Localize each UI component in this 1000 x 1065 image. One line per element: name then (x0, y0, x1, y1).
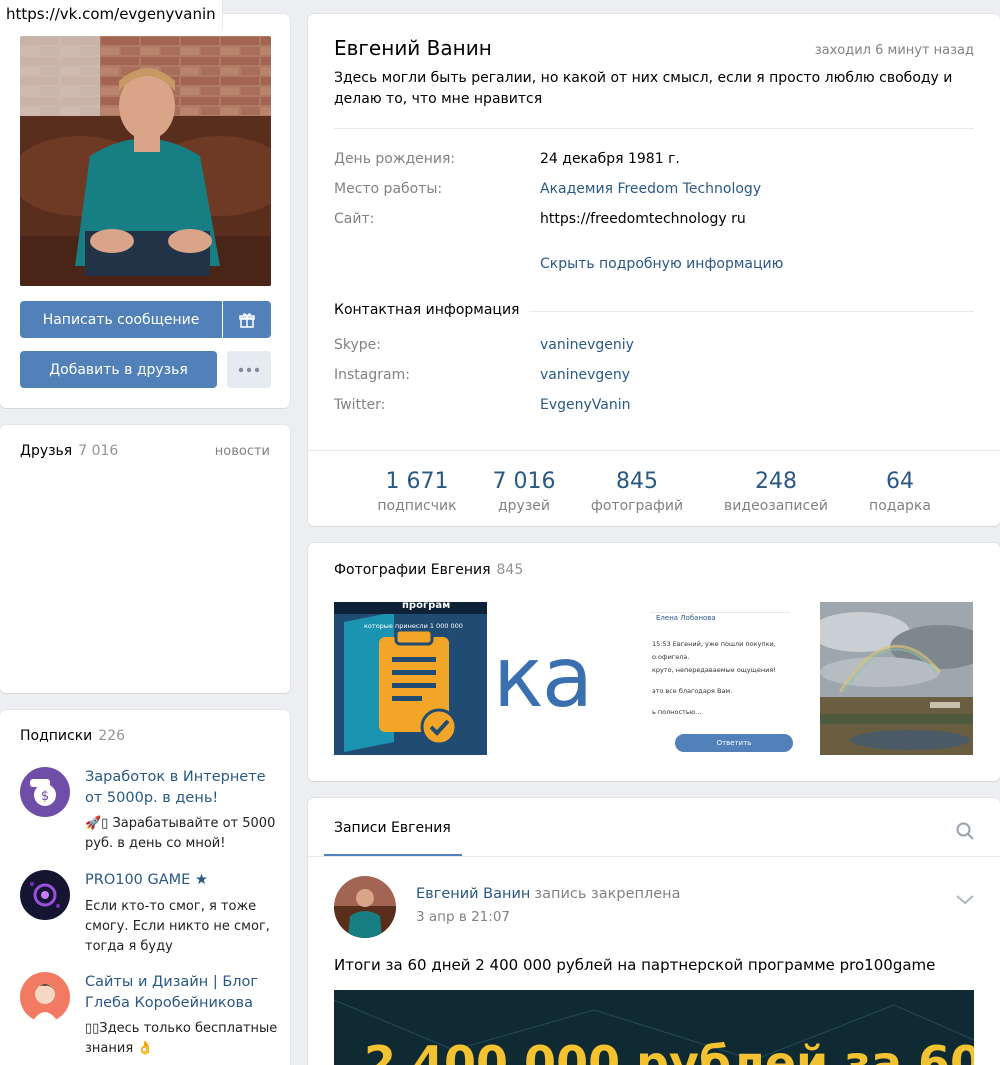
friends-news-link[interactable]: новости (215, 444, 270, 459)
workplace-label: Место работы: (334, 181, 443, 197)
subscription-item[interactable]: PRO100 GAME ★ Если кто-то смог, я тоже с… (20, 870, 280, 965)
hide-details-link[interactable]: Скрыть подробную информацию (540, 256, 783, 272)
friends-header[interactable]: Друзья 7 016 (20, 443, 118, 459)
counter-photos[interactable]: 845 фотографий (586, 469, 688, 514)
url-bar[interactable]: https://vk.com/evgenyvanin (0, 0, 223, 29)
photo-caption: програм (402, 602, 451, 611)
add-friend-button[interactable]: Добавить в друзья (20, 351, 217, 388)
photo-caption: ка (493, 628, 593, 726)
post-image[interactable]: 2 400 000 рублей за 60 дней (334, 990, 974, 1065)
photo-caption: Елена Лобанова (656, 614, 716, 622)
photo-thumbnail[interactable]: програм которые принесли 1 000 000 (334, 602, 487, 755)
photo-caption: которые принесли 1 000 000 (364, 622, 463, 630)
friends-count: 7 016 (78, 443, 119, 459)
counter-number: 7 016 (492, 469, 556, 494)
friends-title: Друзья (20, 443, 73, 459)
subscription-avatar (20, 972, 70, 1022)
subscription-avatar (20, 870, 70, 920)
divider (308, 856, 1000, 857)
profile-counters: 1 671 подписчик 7 016 друзей 845 фотогра… (308, 450, 1000, 526)
post-banner-text: 2 400 000 рублей за 60 дней (364, 1036, 974, 1065)
post-author: Евгений Ванин запись закреплена (416, 886, 681, 902)
post-pinned-label: запись закреплена (534, 886, 681, 902)
photos-title: Фотографии Евгения (334, 562, 491, 578)
last-seen: заходил 6 минут назад (814, 43, 974, 58)
profile-photo[interactable] (20, 36, 271, 286)
instagram-link[interactable]: vaninevgeny (540, 367, 630, 383)
subscription-name[interactable]: PRO100 GAME ★ (85, 870, 285, 891)
counter-label: друзей (497, 498, 550, 514)
subscription-item[interactable]: $ Заработок в Интернете от 5000р. в день… (20, 767, 280, 862)
search-icon[interactable] (956, 822, 974, 844)
photo-thumbnail[interactable]: ка (487, 602, 640, 755)
photo-thumbnail[interactable]: Елена Лобанова 15:53 Евгений, уже пошли … (640, 602, 793, 755)
more-actions-button[interactable] (227, 351, 271, 388)
profile-info-card: Евгений Ванин заходил 6 минут назад Здес… (308, 14, 1000, 526)
photos-header[interactable]: Фотографии Евгения 845 (334, 562, 523, 578)
subscription-item[interactable]: Сайты и Дизайн | Блог Глеба Коробейников… (20, 972, 280, 1065)
counter-label: фотографий (590, 498, 684, 514)
gift-icon (239, 312, 255, 328)
more-icon (238, 367, 260, 372)
skype-link[interactable]: vaninevgeniy (540, 337, 634, 353)
friends-card: Друзья 7 016 новости (0, 425, 290, 693)
subscriptions-count: 226 (98, 728, 126, 744)
counter-number: 1 671 (385, 469, 449, 494)
photo-caption: 15:53 Евгений, уже пошли покупки, о офиг… (652, 640, 776, 716)
counter-number: 845 (616, 469, 658, 494)
counter-label: подписчик (377, 498, 457, 514)
subscription-description: Если кто-то смог, я тоже смогу. Если ник… (85, 899, 270, 954)
subscription-name[interactable]: Заработок в Интернете от 5000р. в день! (85, 767, 285, 809)
chevron-down-icon[interactable] (956, 890, 974, 909)
subscriptions-card: Подписки 226 $ Заработок в Интернете от 5… (0, 710, 290, 1065)
subscriptions-header[interactable]: Подписки 226 (20, 728, 125, 744)
avatar-card: Написать сообщение Добавить в друзья (0, 14, 290, 408)
photos-card: Фотографии Евгения 845 програм которые пр… (308, 543, 1000, 781)
send-message-button[interactable]: Написать сообщение (20, 301, 222, 338)
counter-number: 248 (755, 469, 797, 494)
photo-thumbnail[interactable] (820, 602, 973, 755)
website-link[interactable]: https://freedomtechnology ru (540, 211, 746, 227)
counter-videos[interactable]: 248 видеозаписей (716, 469, 836, 514)
divider (334, 128, 974, 129)
subscriptions-title: Подписки (20, 728, 93, 744)
post-author-avatar[interactable] (334, 876, 396, 938)
photos-count: 845 (496, 562, 524, 578)
website-label: Сайт: (334, 211, 375, 227)
tab-posts[interactable]: Записи Евгения (334, 820, 451, 836)
contacts-title: Контактная информация (334, 302, 530, 318)
counter-gifts[interactable]: 64 подарка (860, 469, 940, 514)
counter-label: подарка (869, 498, 931, 514)
profile-name: Евгений Ванин (334, 36, 492, 60)
workplace-link[interactable]: Академия Freedom Technology (540, 181, 761, 197)
post-author-name[interactable]: Евгений Ванин (416, 886, 530, 902)
photo-caption: Ответить (675, 734, 793, 752)
post-text: Итоги за 60 дней 2 400 000 рублей на пар… (334, 956, 936, 974)
subscription-name[interactable]: Сайты и Дизайн | Блог Глеба Коробейников… (85, 972, 285, 1014)
birthday-label: День рождения: (334, 151, 456, 167)
counter-followers[interactable]: 1 671 подписчик (370, 469, 464, 514)
birthday-value: 24 декабря 1981 г. (540, 151, 680, 167)
counter-label: видеозаписей (724, 498, 828, 514)
counter-friends[interactable]: 7 016 друзей (486, 469, 562, 514)
subscription-description: ▯▯Здесь только бесплатные знания 👌 (85, 1021, 278, 1056)
twitter-link[interactable]: EvgenyVanin (540, 397, 631, 413)
subscription-description: 🚀▯ Зарабатывайте от 5000 руб. в день со … (85, 816, 276, 851)
posts-card: Записи Евгения Евгений Ванин запись закре… (308, 798, 1000, 1065)
post-date[interactable]: 3 апр в 21:07 (416, 909, 510, 925)
counter-number: 64 (886, 469, 914, 494)
send-gift-button[interactable] (223, 301, 271, 338)
skype-label: Skype: (334, 337, 381, 353)
instagram-label: Instagram: (334, 367, 410, 383)
profile-status[interactable]: Здесь могли быть регалии, но какой от ни… (334, 68, 984, 110)
twitter-label: Twitter: (334, 397, 386, 413)
subscription-avatar: $ (20, 767, 70, 817)
svg-text:$: $ (41, 789, 49, 804)
